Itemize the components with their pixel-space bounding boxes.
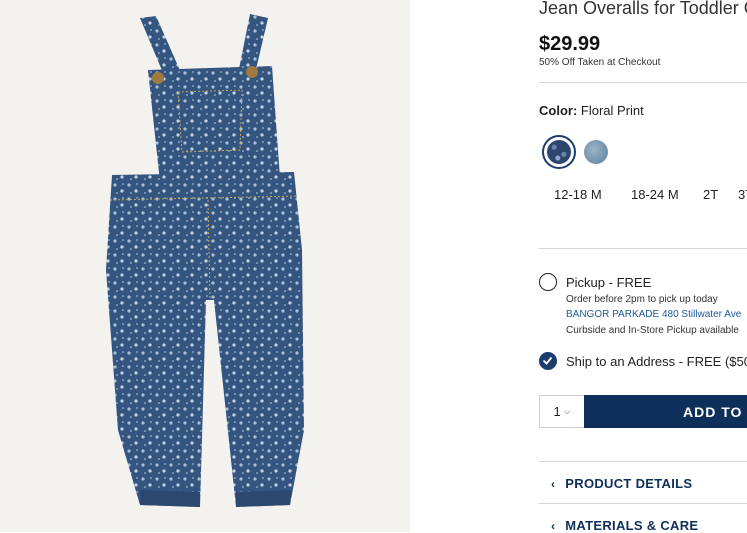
size-option[interactable]: 18-24 M xyxy=(631,187,703,202)
product-image xyxy=(0,0,410,532)
pickup-availability: Curbside and In-Store Pickup available xyxy=(566,325,739,336)
check-icon xyxy=(542,356,553,365)
quantity-value: 1 xyxy=(553,404,561,419)
pickup-store-link[interactable]: BANGOR PARKADE 480 Stillwater Ave xyxy=(566,309,741,320)
divider xyxy=(539,248,747,249)
chevron-left-icon: ‹ xyxy=(551,518,556,533)
product-price: $29.99 xyxy=(539,33,601,55)
ship-radio[interactable] xyxy=(539,352,557,370)
swatch-fill xyxy=(547,140,571,164)
color-label-row: Color: Floral Print xyxy=(539,103,644,118)
divider xyxy=(539,82,747,83)
size-option[interactable]: 12-18 M xyxy=(554,187,631,202)
product-details-toggle[interactable]: ‹ PRODUCT DETAILS xyxy=(551,476,692,491)
size-selector: 12-18 M 18-24 M 2T 3T xyxy=(554,187,747,202)
materials-care-toggle[interactable]: ‹ MATERIALS & CARE xyxy=(551,518,698,533)
overalls-illustration xyxy=(106,14,304,507)
quantity-select[interactable]: 1 ⌵ xyxy=(539,395,584,428)
product-details-label: PRODUCT DETAILS xyxy=(565,476,693,491)
size-option[interactable]: 2T xyxy=(703,187,738,202)
ship-title: Ship to an Address - FREE ($50+) xyxy=(566,354,747,369)
color-label: Color: xyxy=(539,103,578,118)
promo-text: 50% Off Taken at Checkout xyxy=(539,57,661,68)
product-info-panel: Jean Overalls for Toddler Girls $29.99 5… xyxy=(539,0,747,533)
divider xyxy=(539,503,747,504)
pickup-radio[interactable] xyxy=(539,273,557,291)
add-to-bag-button[interactable]: ADD TO BAG xyxy=(584,395,747,428)
divider xyxy=(539,461,747,462)
pickup-deadline: Order before 2pm to pick up today xyxy=(566,294,718,305)
chevron-down-icon: ⌵ xyxy=(563,406,571,416)
materials-care-label: MATERIALS & CARE xyxy=(565,518,699,533)
size-option[interactable]: 3T xyxy=(738,187,747,202)
denim-swatch[interactable] xyxy=(584,140,608,164)
product-title: Jean Overalls for Toddler Girls xyxy=(539,0,747,18)
floral-print-swatch[interactable] xyxy=(542,135,576,169)
chevron-left-icon: ‹ xyxy=(551,476,556,491)
color-value: Floral Print xyxy=(580,103,644,118)
pickup-title: Pickup - FREE xyxy=(566,275,652,290)
